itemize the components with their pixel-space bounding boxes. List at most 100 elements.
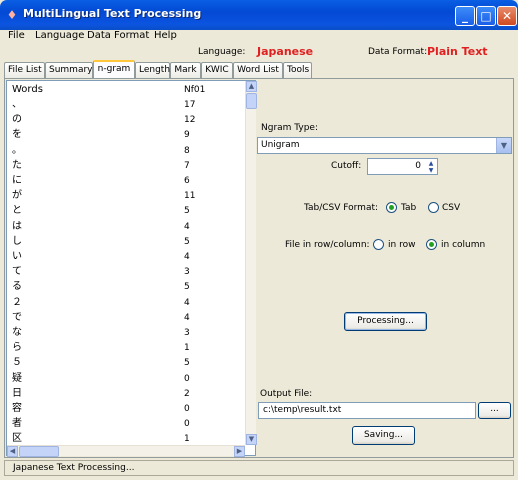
list-item[interactable]: 者0 (12, 418, 242, 433)
scroll-right-arrow-icon[interactable]: ▶ (234, 446, 245, 457)
list-item[interactable]: 日2 (12, 388, 242, 403)
chevron-down-icon[interactable]: ▼ (496, 138, 511, 153)
list-item[interactable]: は4 (12, 221, 242, 236)
ngram-results-list[interactable]: Words Nf01 、 17 の 12 を 9。 8 た 7 に 6 が 11 と 5 は 4 し 5 い 4 て 3 る 5… (6, 80, 257, 457)
csv-radio[interactable] (428, 202, 439, 213)
list-item[interactable]: る5 (12, 281, 242, 296)
in-row-radio-label[interactable]: in row (388, 240, 415, 250)
list-item[interactable]: を9 (12, 129, 242, 144)
list-item[interactable]: ら1 (12, 342, 242, 357)
vertical-scroll-thumb[interactable] (246, 93, 257, 109)
list-item[interactable]: で4 (12, 312, 242, 327)
word-cell: を (12, 129, 22, 141)
word-cell: い (12, 251, 22, 262)
close-icon: ✕ (501, 9, 513, 23)
word-cell: に (12, 175, 22, 186)
tab-mark[interactable]: Mark (170, 62, 201, 78)
in-row-radio[interactable] (373, 239, 384, 250)
tab-radio[interactable] (386, 202, 397, 213)
menu-help[interactable]: Help (154, 30, 177, 42)
tab-n-gram[interactable]: n-gram (93, 60, 135, 78)
browse-button[interactable]: ... (478, 402, 511, 419)
count-cell: 5 (184, 206, 190, 217)
list-item[interactable]: 。 8 (12, 145, 242, 160)
list-item[interactable]: ５5 (12, 357, 242, 372)
count-cell: 0 (184, 373, 190, 384)
cutoff-value: 0 (415, 161, 421, 171)
list-item[interactable]: と5 (12, 205, 242, 220)
count-cell: 1 (184, 343, 190, 354)
tab-tools[interactable]: Tools (283, 62, 312, 78)
list-item[interactable]: た7 (12, 160, 242, 175)
cutoff-spinner[interactable]: 0 ▲ ▼ (367, 158, 438, 175)
tab-word-list[interactable]: Word List (233, 62, 283, 78)
spinner-up-icon[interactable]: ▲ (425, 160, 437, 167)
tab-csv-format-label: Tab/CSV Format: (304, 203, 379, 213)
horizontal-scroll-thumb[interactable] (19, 446, 59, 457)
tab-file-list[interactable]: File List (4, 62, 45, 78)
list-item[interactable]: 、 17 (12, 99, 242, 114)
list-item[interactable]: ２4 (12, 297, 242, 312)
in-column-radio-label[interactable]: in column (441, 240, 485, 250)
close-button[interactable]: ✕ (497, 6, 517, 26)
scroll-up-arrow-icon[interactable]: ▲ (246, 81, 257, 92)
minimize-icon: _ (462, 9, 468, 23)
processing-button[interactable]: Processing... (344, 312, 427, 331)
list-item[interactable]: が 11 (12, 190, 242, 205)
list-item[interactable]: の 12 (12, 114, 242, 129)
output-file-value: c:\temp\result.txt (263, 405, 342, 415)
ngram-type-label: Ngram Type: (261, 123, 318, 133)
csv-radio-label[interactable]: CSV (442, 203, 460, 213)
cutoff-label: Cutoff: (331, 161, 362, 171)
output-file-input[interactable]: c:\temp\result.txt (258, 402, 476, 419)
spinner-down-icon[interactable]: ▼ (425, 167, 437, 174)
list-item[interactable]: な3 (12, 327, 242, 342)
menu-data-format[interactable]: Data Format (87, 30, 149, 42)
tab-radio-label[interactable]: Tab (401, 203, 416, 213)
count-cell: 1 (184, 434, 190, 445)
list-item[interactable]: い4 (12, 251, 242, 266)
list-item[interactable]: に6 (12, 175, 242, 190)
word-cell: ２ (12, 296, 22, 308)
word-cell: 、 (12, 99, 22, 110)
list-item[interactable]: 容0 (12, 403, 242, 418)
minimize-button[interactable]: _ (455, 6, 475, 26)
count-cell: 0 (184, 419, 190, 430)
list-viewport: Words Nf01 、 17 の 12 を 9。 8 た 7 に 6 が 11 と 5 は 4 し 5 い 4 て 3 る 5… (7, 81, 245, 445)
word-cell: ５ (12, 357, 22, 369)
word-cell: 。 (12, 144, 22, 156)
tab-summary[interactable]: Summary (45, 62, 93, 78)
count-cell: 5 (184, 358, 190, 369)
tab-kwic[interactable]: KWIC (201, 62, 233, 78)
in-column-radio[interactable] (426, 239, 437, 250)
count-cell: 2 (184, 388, 190, 399)
menu-language[interactable]: Language (35, 30, 84, 42)
list-item[interactable]: 疑0 (12, 373, 242, 388)
list-item[interactable]: 区1 (12, 433, 242, 445)
file-row-column-label: File in row/column: (285, 240, 370, 250)
maximize-button[interactable]: □ (476, 6, 496, 26)
list-item[interactable]: て3 (12, 266, 242, 281)
count-cell: 6 (184, 176, 190, 186)
word-cell: 区 (12, 433, 22, 445)
app-icon: ♦ (6, 8, 18, 22)
word-cell: 日 (12, 387, 22, 399)
output-file-label: Output File: (260, 389, 313, 399)
word-cell: る (12, 281, 22, 293)
vertical-scrollbar[interactable]: ▲ ▼ (245, 81, 257, 445)
saving-button[interactable]: Saving... (352, 426, 415, 445)
list-item[interactable]: し5 (12, 236, 242, 251)
title-bar[interactable]: ♦ MultiLingual Text Processing _ □ ✕ (0, 0, 518, 30)
count-cell: 8 (184, 145, 190, 156)
scroll-left-arrow-icon[interactable]: ◀ (7, 446, 18, 457)
count-cell: 0 (184, 404, 190, 414)
tab-length[interactable]: Length (135, 62, 170, 78)
scroll-down-arrow-icon[interactable]: ▼ (246, 434, 257, 445)
word-cell: 疑 (12, 372, 22, 384)
horizontal-scrollbar[interactable]: ◀ ▶ (7, 445, 245, 457)
word-cell: て (12, 266, 22, 278)
count-cell: 4 (184, 252, 190, 262)
menu-file[interactable]: File (8, 30, 25, 42)
ngram-type-select[interactable]: Unigram ▼ (257, 137, 512, 154)
language-value: Japanese (257, 45, 314, 58)
